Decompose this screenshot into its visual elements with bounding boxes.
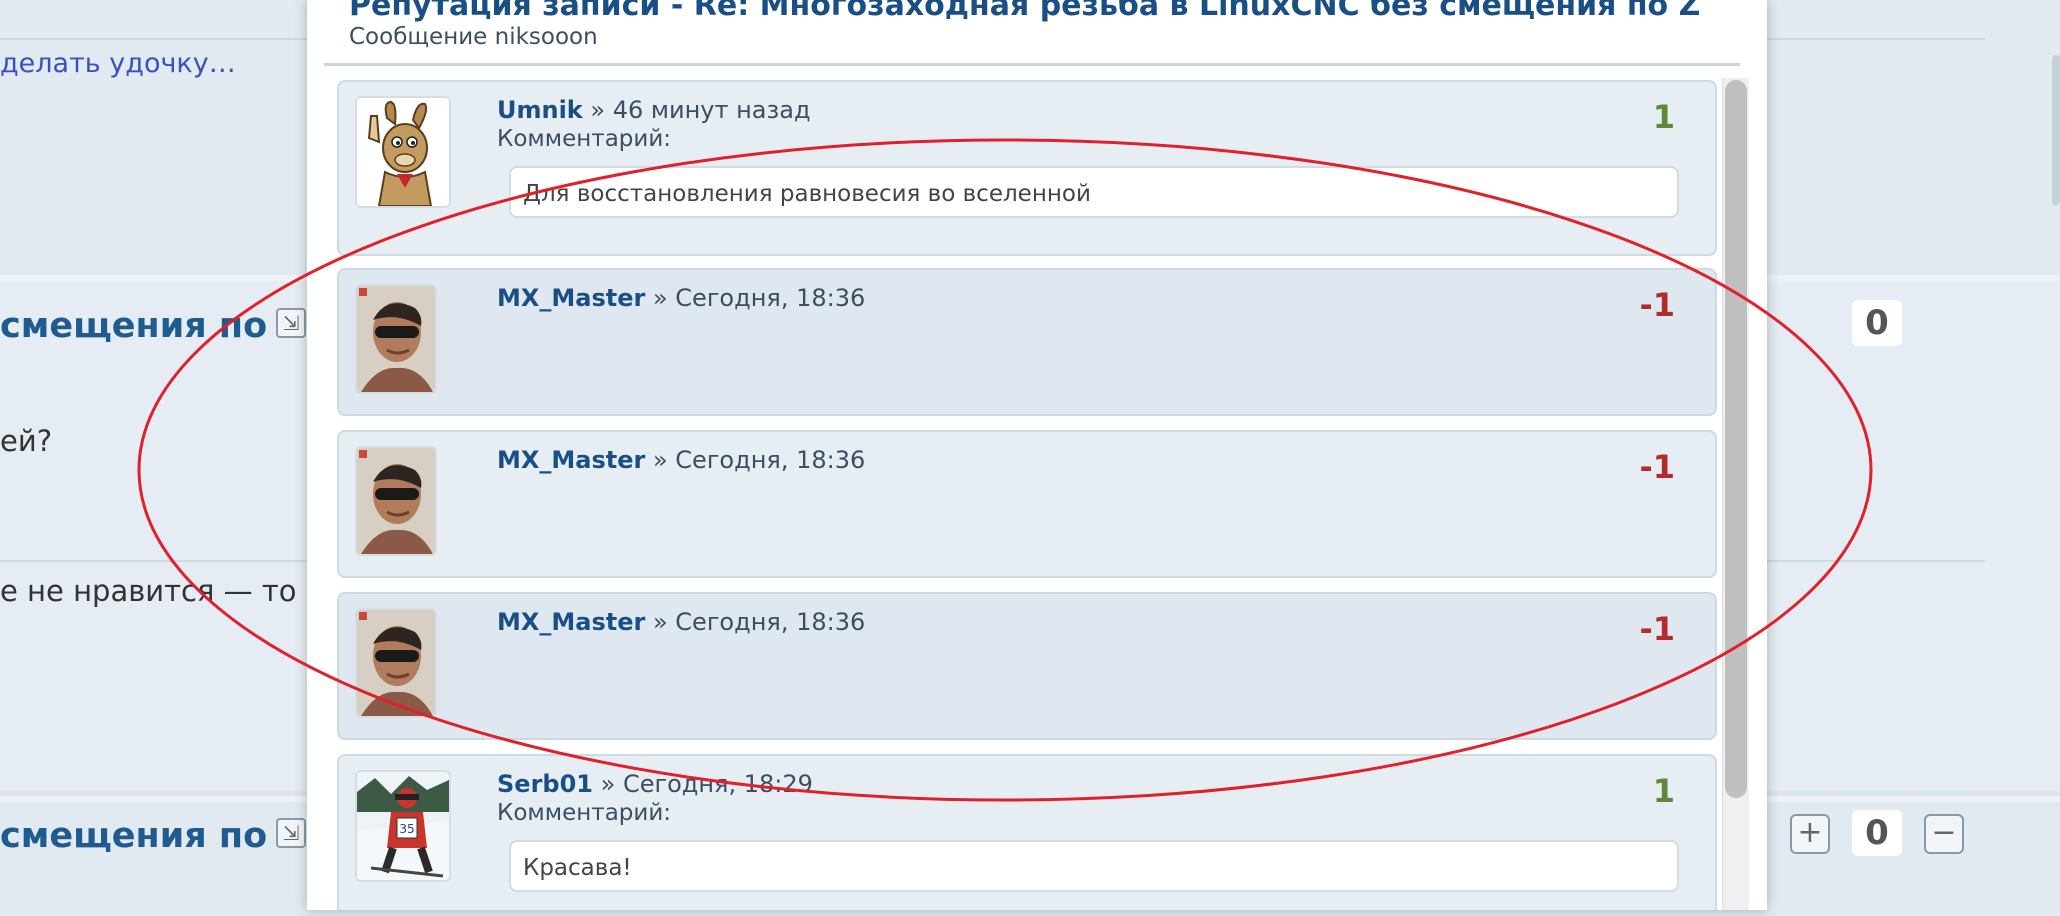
reputation-points: 1 [1652,772,1675,810]
post-score: 0 [1852,300,1902,346]
username-link[interactable]: MX_Master [497,284,645,312]
reputation-entry: MX_Master » Сегодня, 18:36 -1 [337,268,1717,416]
username-link[interactable]: Serb01 [497,770,593,798]
svg-text:35: 35 [399,822,414,836]
thread-title[interactable]: смещения по Z [0,306,305,346]
comment-text: Красава! [509,840,1679,892]
minus-button[interactable]: − [1924,814,1964,854]
reputation-points: -1 [1639,286,1675,324]
entry-time: » Сегодня, 18:36 [652,284,866,312]
reputation-entry: Umnik » 46 минут назад Комментарий: Для … [337,80,1717,256]
username-link[interactable]: MX_Master [497,446,645,474]
entry-time: » Сегодня, 18:36 [652,608,866,636]
man-sunglasses-avatar[interactable] [355,446,437,556]
man-sunglasses-avatar[interactable] [355,608,437,718]
man-sunglasses-avatar[interactable] [355,284,437,394]
username-link[interactable]: MX_Master [497,608,645,636]
entry-meta: Umnik » 46 минут назад [497,96,811,124]
background-link[interactable]: делать удочку… [0,48,236,79]
reputation-dialog: Репутация записи - Re: Многозаходная рез… [307,0,1767,910]
dialog-subtitle: Сообщение niksooon [349,24,598,50]
entry-meta: MX_Master » Сегодня, 18:36 [497,284,865,312]
entry-meta: Serb01 » Сегодня, 18:29 [497,770,813,798]
skier-avatar[interactable]: 35 [355,770,451,882]
post-score: 0 [1852,810,1902,856]
reputation-points: -1 [1639,610,1675,648]
link-icon[interactable]: ⇲ [276,308,306,338]
reputation-points: -1 [1639,448,1675,486]
dialog-scroll-thumb[interactable] [1725,80,1747,798]
entry-time: » 46 минут назад [590,96,811,124]
reputation-entry: MX_Master » Сегодня, 18:36 -1 [337,430,1717,578]
entry-time: » Сегодня, 18:29 [600,770,813,798]
plus-button[interactable]: + [1790,814,1830,854]
reputation-points: 1 [1652,98,1675,136]
entry-time: » Сегодня, 18:36 [652,446,866,474]
reputation-entry: 35 Serb01 » Сегодня, 18:29 Комментарий: … [337,754,1717,910]
background-scrollbar[interactable] [2052,55,2060,205]
entry-meta: MX_Master » Сегодня, 18:36 [497,608,865,636]
divider [324,63,1740,66]
reputation-entry: MX_Master » Сегодня, 18:36 -1 [337,592,1717,740]
cartoon-rabbit-avatar[interactable] [355,96,451,208]
username-link[interactable]: Umnik [497,96,583,124]
comment-text: Для восстановления равновесия во вселенн… [509,166,1679,218]
post-text: е не нравится — то и [0,574,325,608]
comment-label: Комментарий: [497,800,672,826]
reputation-list: Umnik » 46 минут назад Комментарий: Для … [337,80,1719,910]
entry-meta: MX_Master » Сегодня, 18:36 [497,446,865,474]
thread-title[interactable]: смещения по Z [0,816,305,856]
post-text: ей? [0,424,53,458]
link-icon[interactable]: ⇲ [276,818,306,848]
comment-label: Комментарий: [497,126,672,152]
dialog-title: Репутация записи - Re: Многозаходная рез… [349,0,1701,23]
